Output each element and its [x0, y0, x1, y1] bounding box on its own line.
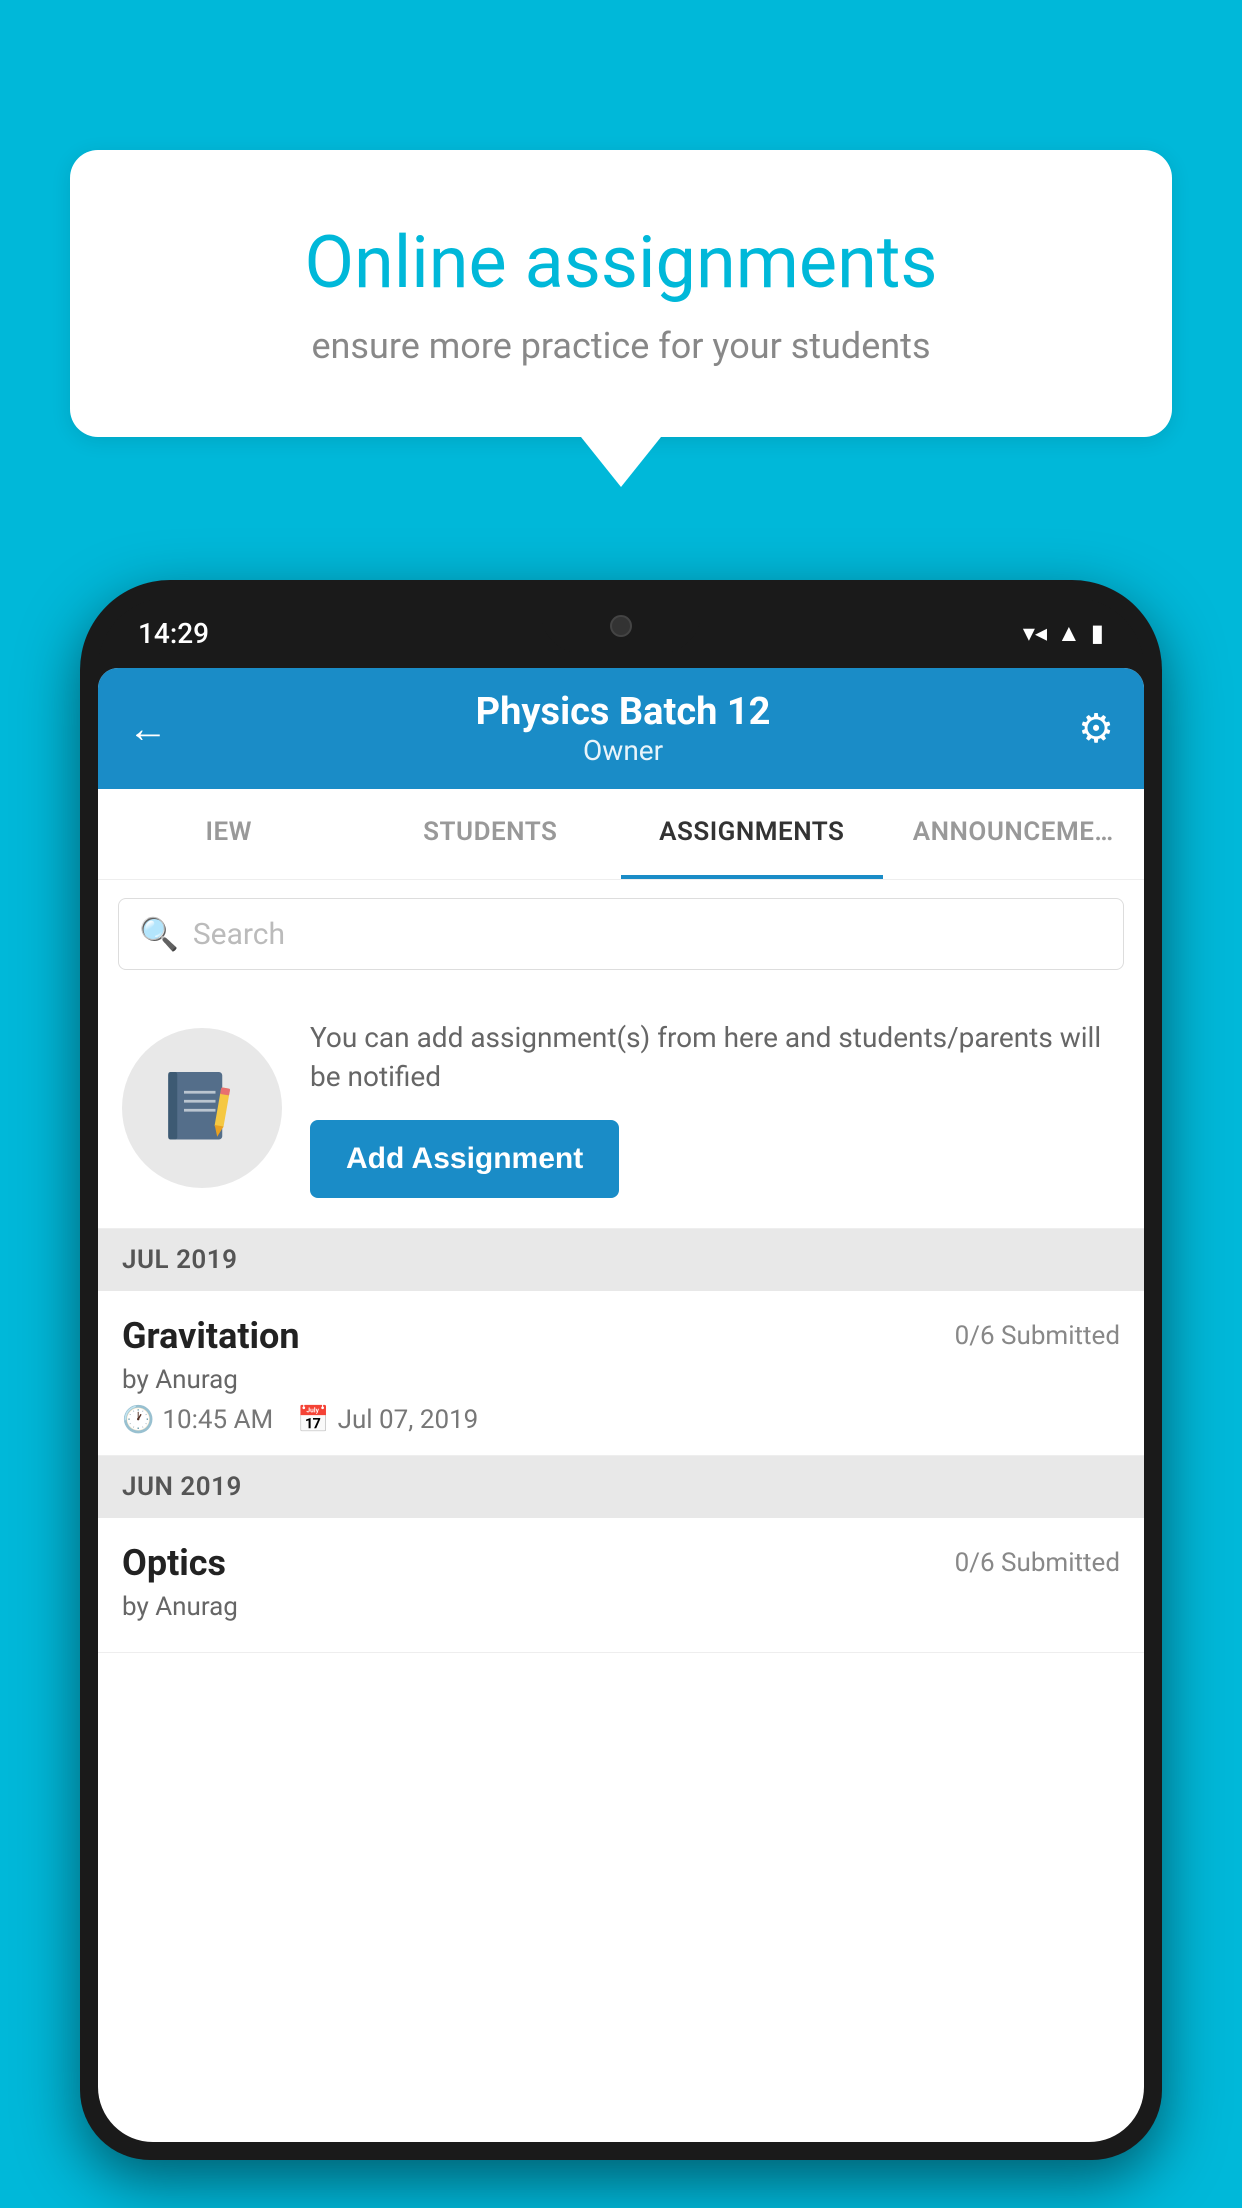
clock-icon: 🕐 [122, 1405, 154, 1435]
header-title-block: Physics Batch 12 Owner [476, 690, 771, 767]
tab-assignments[interactable]: ASSIGNMENTS [621, 789, 883, 879]
phone-outer: 14:29 ▾◂ ▲ ▮ ← Physics Batch 12 Owner ⚙ [80, 580, 1162, 2160]
section-header-jun: JUN 2019 [98, 1456, 1144, 1518]
assignment-top-row: Gravitation 0/6 Submitted [122, 1315, 1120, 1357]
assignment-top-row-optics: Optics 0/6 Submitted [122, 1542, 1120, 1584]
assignment-by-gravitation: by Anurag [122, 1365, 1120, 1395]
assignment-by-optics: by Anurag [122, 1592, 1120, 1622]
search-placeholder-text: Search [193, 917, 285, 952]
calendar-icon: 📅 [297, 1405, 329, 1435]
owner-label: Owner [476, 734, 771, 767]
assignment-item-optics[interactable]: Optics 0/6 Submitted by Anurag [98, 1518, 1144, 1653]
phone-screen: ← Physics Batch 12 Owner ⚙ IEW STUDENTS … [98, 668, 1144, 2142]
assignment-date-gravitation: Jul 07, 2019 [338, 1405, 479, 1435]
battery-icon: ▮ [1091, 619, 1104, 647]
info-block: You can add assignment(s) from here and … [98, 988, 1144, 1229]
signal-icon: ▲ [1057, 619, 1081, 648]
section-header-jul: JUL 2019 [98, 1229, 1144, 1291]
assignment-time-gravitation: 10:45 AM [162, 1405, 273, 1435]
add-assignment-button[interactable]: Add Assignment [310, 1120, 619, 1198]
tabs-bar: IEW STUDENTS ASSIGNMENTS ANNOUNCEME… [98, 789, 1144, 880]
settings-icon[interactable]: ⚙ [1078, 705, 1114, 752]
app-header: ← Physics Batch 12 Owner ⚙ [98, 668, 1144, 789]
bubble-title: Online assignments [150, 220, 1092, 305]
speech-bubble-tail [581, 437, 661, 487]
tab-announcements[interactable]: ANNOUNCEME… [883, 789, 1145, 879]
notch [541, 598, 701, 653]
bubble-subtitle: ensure more practice for your students [150, 325, 1092, 367]
assignment-title-optics: Optics [122, 1542, 226, 1584]
info-text: You can add assignment(s) from here and … [310, 1018, 1120, 1096]
notebook-icon [157, 1063, 247, 1153]
meta-date-gravitation: 📅 Jul 07, 2019 [297, 1405, 478, 1435]
assignment-title-gravitation: Gravitation [122, 1315, 300, 1357]
phone-wrapper: 14:29 ▾◂ ▲ ▮ ← Physics Batch 12 Owner ⚙ [80, 580, 1162, 2208]
assignment-meta-gravitation: 🕐 10:45 AM 📅 Jul 07, 2019 [122, 1405, 1120, 1435]
wifi-icon: ▾◂ [1023, 619, 1047, 647]
status-icons: ▾◂ ▲ ▮ [1023, 619, 1104, 648]
assignment-status-optics: 0/6 Submitted [955, 1548, 1120, 1578]
search-bar[interactable]: 🔍 Search [118, 898, 1124, 970]
tab-students[interactable]: STUDENTS [360, 789, 622, 879]
back-button[interactable]: ← [128, 705, 168, 752]
status-time: 14:29 [138, 617, 209, 650]
status-bar: 14:29 ▾◂ ▲ ▮ [98, 598, 1144, 668]
batch-title: Physics Batch 12 [476, 690, 771, 734]
camera [610, 615, 632, 637]
assignment-item-gravitation[interactable]: Gravitation 0/6 Submitted by Anurag 🕐 10… [98, 1291, 1144, 1456]
search-container: 🔍 Search [98, 880, 1144, 988]
assignment-status-gravitation: 0/6 Submitted [955, 1321, 1120, 1351]
speech-bubble-wrapper: Online assignments ensure more practice … [70, 150, 1172, 487]
info-right: You can add assignment(s) from here and … [310, 1018, 1120, 1198]
speech-bubble: Online assignments ensure more practice … [70, 150, 1172, 437]
meta-time-gravitation: 🕐 10:45 AM [122, 1405, 273, 1435]
search-icon: 🔍 [139, 915, 179, 953]
tab-iew[interactable]: IEW [98, 789, 360, 879]
notebook-icon-circle [122, 1028, 282, 1188]
